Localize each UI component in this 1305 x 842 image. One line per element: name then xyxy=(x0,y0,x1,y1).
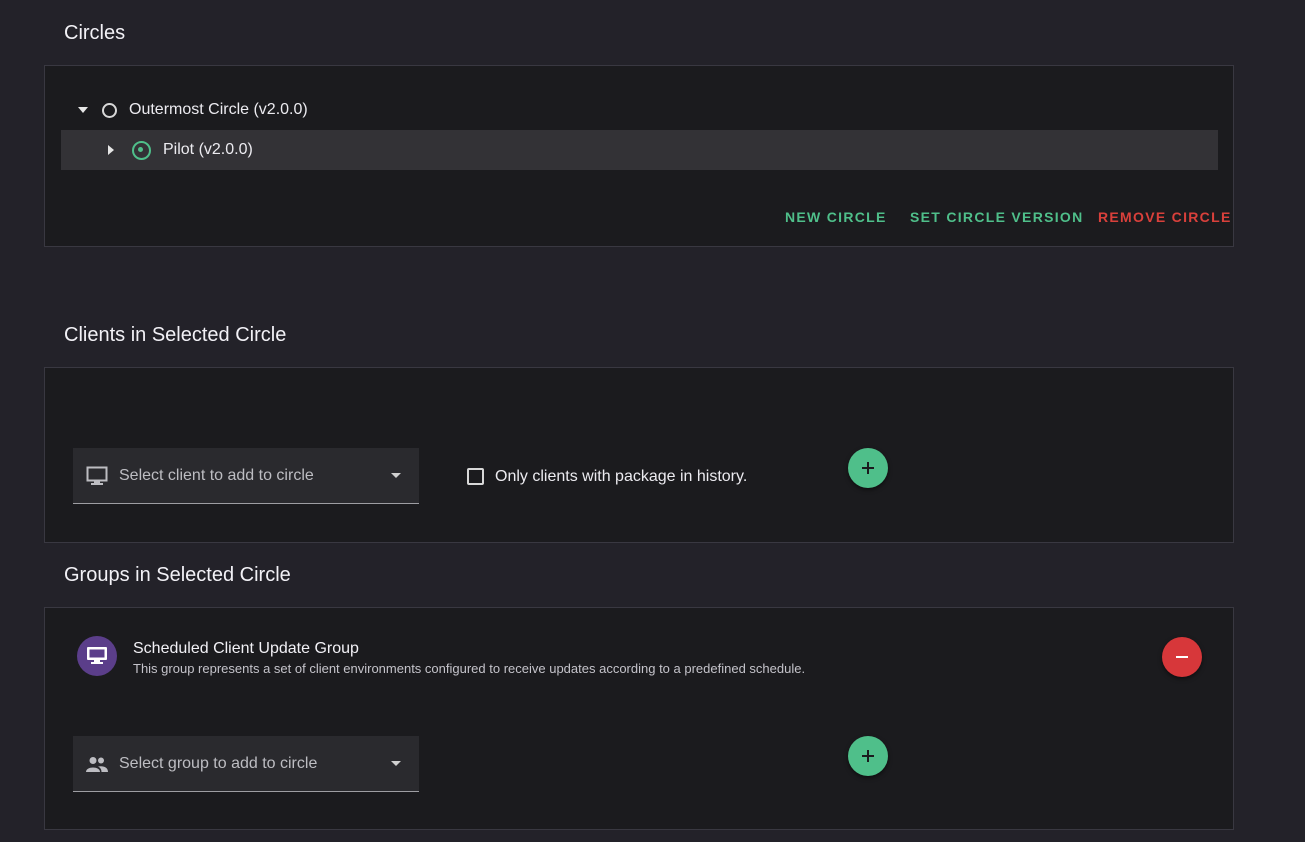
client-select-placeholder: Select client to add to circle xyxy=(119,466,314,484)
chevron-right-icon[interactable] xyxy=(108,145,114,155)
tree-item-label: Outermost Circle (v2.0.0) xyxy=(129,101,308,118)
remove-circle-button[interactable]: REMOVE CIRCLE xyxy=(1098,209,1232,225)
plus-icon xyxy=(862,462,874,474)
group-select-placeholder: Select group to add to circle xyxy=(119,754,318,772)
remove-group-button[interactable] xyxy=(1162,637,1202,677)
add-client-button[interactable] xyxy=(848,448,888,488)
client-select[interactable]: Select client to add to circle xyxy=(73,448,419,504)
monitor-icon xyxy=(87,647,107,665)
minus-icon xyxy=(1176,651,1188,663)
avatar xyxy=(77,636,117,676)
add-group-button[interactable] xyxy=(848,736,888,776)
clients-panel: Select client to add to circle Only clie… xyxy=(44,367,1234,543)
circles-section-title: Circles xyxy=(64,22,126,44)
radio-selected-icon[interactable] xyxy=(132,140,151,160)
dropdown-arrow-icon xyxy=(391,761,401,766)
circles-panel: Outermost Circle (v2.0.0) Pilot (v2.0.0)… xyxy=(44,65,1234,247)
history-filter-checkbox[interactable] xyxy=(467,468,484,485)
tree-item-label: Pilot (v2.0.0) xyxy=(163,141,253,158)
people-icon xyxy=(85,752,109,776)
history-filter-label: Only clients with package in history. xyxy=(495,468,748,485)
group-name: Scheduled Client Update Group xyxy=(133,640,359,657)
groups-panel: Scheduled Client Update Group This group… xyxy=(44,607,1234,830)
tree-item-outermost-circle[interactable]: Outermost Circle (v2.0.0) xyxy=(61,90,1218,130)
group-select[interactable]: Select group to add to circle xyxy=(73,736,419,792)
radio-unselected-icon[interactable] xyxy=(102,102,117,118)
monitor-icon xyxy=(85,464,109,488)
plus-icon xyxy=(862,750,874,762)
tree-item-pilot[interactable]: Pilot (v2.0.0) xyxy=(61,130,1218,170)
groups-section-title: Groups in Selected Circle xyxy=(64,564,291,586)
dropdown-arrow-icon xyxy=(391,473,401,478)
set-circle-version-button[interactable]: SET CIRCLE VERSION xyxy=(910,209,1084,225)
clients-section-title: Clients in Selected Circle xyxy=(64,324,287,346)
chevron-down-icon[interactable] xyxy=(78,107,88,113)
group-description: This group represents a set of client en… xyxy=(133,661,806,676)
new-circle-button[interactable]: NEW CIRCLE xyxy=(785,209,887,225)
